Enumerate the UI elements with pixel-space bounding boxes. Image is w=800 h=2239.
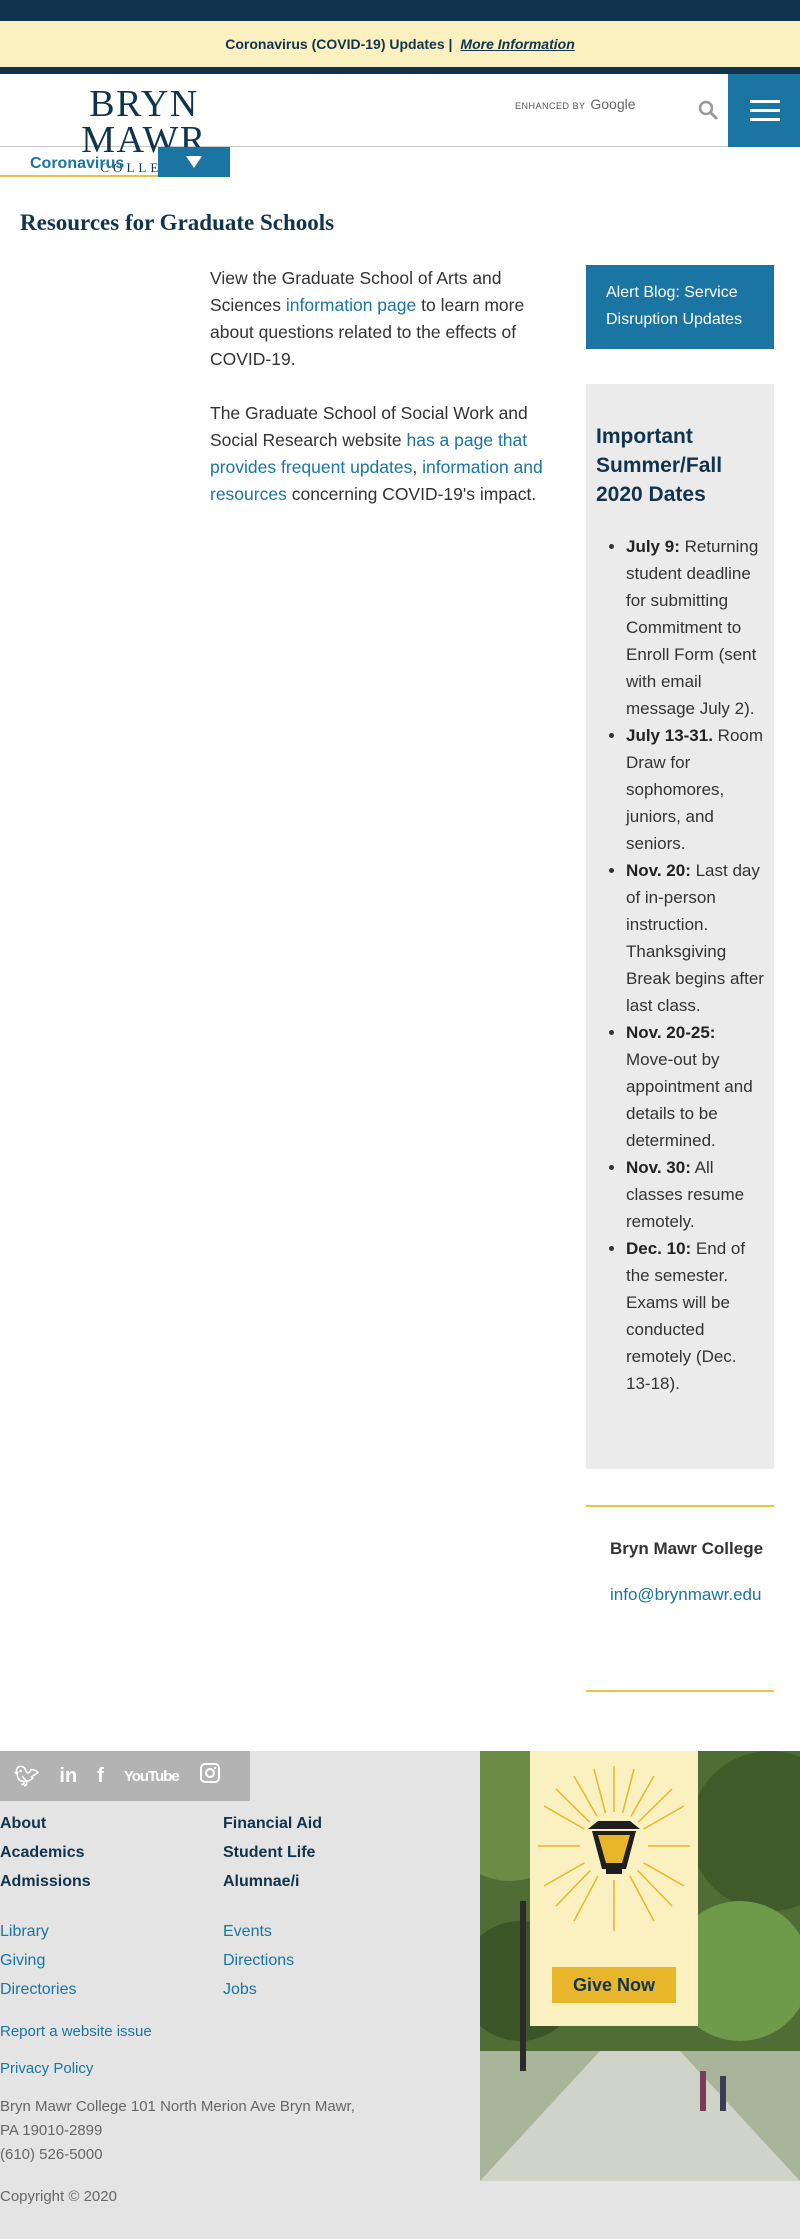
footer-link-financial-aid[interactable]: Financial Aid (223, 1809, 322, 1838)
privacy-policy-link[interactable]: Privacy Policy (0, 2057, 93, 2081)
footer-col1-primary: About Academics Admissions (0, 1809, 91, 1896)
footer-link-student-life[interactable]: Student Life (223, 1838, 322, 1867)
date-item: July 9: Returning student deadline for s… (626, 533, 764, 722)
footer-link-admissions[interactable]: Admissions (0, 1867, 91, 1896)
footer-link-events[interactable]: Events (223, 1917, 294, 1946)
date-item: Nov. 20-25: Move-out by appointment and … (626, 1019, 764, 1154)
facebook-icon[interactable]: f (97, 1765, 104, 1788)
paragraph-arts-sciences: View the Graduate School of Arts and Sci… (210, 268, 525, 369)
alert-blog-button[interactable]: Alert Blog: Service Disruption Updates (586, 265, 774, 349)
dates-title: Important Summer/Fall 2020 Dates (596, 425, 723, 506)
contact-email-link[interactable]: info@brynmawr.edu (610, 1581, 774, 1608)
search-field[interactable]: ENHANCED BY Google (515, 96, 636, 112)
search-enhanced-label: ENHANCED BY (515, 101, 586, 111)
search-icon[interactable] (696, 98, 720, 122)
main-content: View the Graduate School of Arts and Sci… (210, 265, 565, 535)
footer-link-jobs[interactable]: Jobs (223, 1975, 294, 2004)
paragraph-social-work: The Graduate School of Social Work and S… (210, 403, 543, 504)
date-item: Dec. 10: End of the semester. Exams will… (626, 1235, 764, 1397)
lantern-icon (538, 1766, 690, 1931)
give-now-button[interactable]: Give Now (552, 1967, 676, 2003)
information-page-link[interactable]: information page (286, 295, 416, 315)
address-line1: Bryn Mawr College 101 North Merion Ave B… (0, 2098, 355, 2115)
alert-divider (0, 67, 800, 74)
section-nav-label[interactable]: Coronavirus (0, 147, 158, 177)
footer-col2-primary: Financial Aid Student Life Alumnae/i (223, 1809, 322, 1896)
top-bar (0, 0, 800, 21)
contact-name: Bryn Mawr College (610, 1539, 764, 1558)
youtube-icon[interactable]: YouTube (124, 1768, 180, 1785)
footer-link-academics[interactable]: Academics (0, 1838, 91, 1867)
footer-link-directories[interactable]: Directories (0, 1975, 76, 2004)
phone-number: (610) 526-5000 (0, 2146, 103, 2163)
site-header: BRYN MAWR COLLEGE ENHANCED BY Google (0, 74, 800, 175)
search-provider-label: Google (590, 96, 636, 112)
footer-link-directions[interactable]: Directions (223, 1946, 294, 1975)
instagram-icon[interactable] (199, 1762, 221, 1790)
date-item: Nov. 20: Last day of in-person instructi… (626, 857, 764, 1019)
linkedin-icon[interactable]: in (59, 1765, 77, 1788)
section-nav: Coronavirus (0, 147, 800, 183)
footer-col1-secondary: Library Giving Directories (0, 1917, 76, 2004)
page-title: Resources for Graduate Schools (20, 210, 335, 235)
site-footer: 🐦︎ in f YouTube About Academics Admissio… (0, 1751, 800, 2239)
address-line2: PA 19010-2899 (0, 2122, 103, 2139)
twitter-icon[interactable]: 🐦︎ (14, 1764, 39, 1789)
covid-alert-banner: Coronavirus (COVID-19) Updates | More In… (0, 21, 800, 67)
hamburger-icon[interactable] (728, 74, 800, 147)
footer-link-about[interactable]: About (0, 1809, 91, 1838)
contact-box: Bryn Mawr College info@brynmawr.edu (586, 1505, 774, 1692)
date-item: Nov. 30: All classes resume remotely. (626, 1154, 764, 1235)
dates-list: July 9: Returning student deadline for s… (596, 533, 764, 1397)
chevron-down-icon (186, 156, 202, 168)
footer-col2-secondary: Events Directions Jobs (223, 1917, 294, 2004)
copyright: Copyright © 2020 (0, 2188, 117, 2205)
report-issue-link[interactable]: Report a website issue (0, 2020, 152, 2044)
social-bar: 🐦︎ in f YouTube (0, 1751, 250, 1801)
footer-link-alumnae[interactable]: Alumnae/i (223, 1867, 322, 1896)
footer-link-giving[interactable]: Giving (0, 1946, 76, 1975)
more-information-link[interactable]: More Information (460, 36, 574, 52)
important-dates-panel: Important Summer/Fall 2020 Dates July 9:… (586, 384, 774, 1469)
date-item: July 13-31. Room Draw for sophomores, ju… (626, 722, 764, 857)
section-nav-toggle[interactable] (158, 147, 230, 177)
footer-link-library[interactable]: Library (0, 1917, 76, 1946)
alert-text: Coronavirus (COVID-19) Updates | (225, 36, 453, 52)
